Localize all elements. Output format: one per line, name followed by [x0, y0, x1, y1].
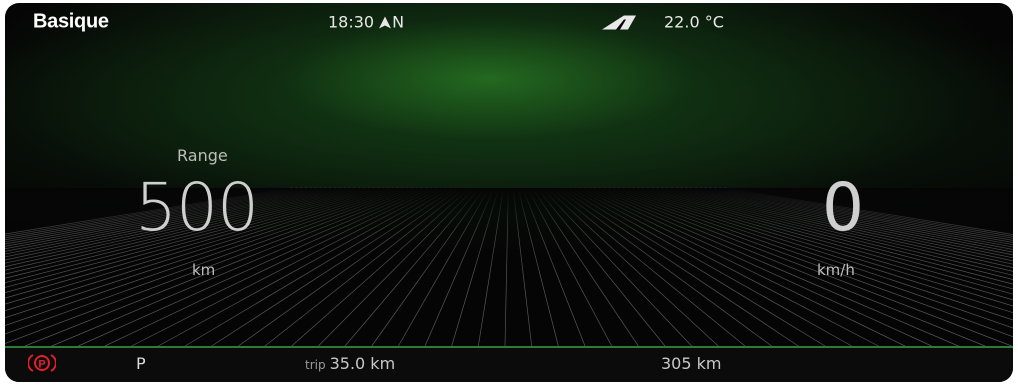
clock-compass: 18:30 N	[328, 13, 404, 32]
range-label: Range	[177, 146, 228, 165]
road-icon	[602, 15, 636, 29]
top-status-bar: Basique 18:30 N 22.0 °C	[5, 3, 1013, 35]
temperature-value: 22.0 °C	[664, 12, 724, 32]
bottom-status-bar: P P trip 35.0 km 305 km	[5, 346, 1013, 382]
parking-brake-icon: P	[27, 352, 57, 374]
trip-meter: trip 35.0 km	[305, 354, 395, 373]
north-arrow-icon	[378, 15, 392, 29]
svg-text:P: P	[38, 359, 45, 371]
odometer: 305 km	[661, 354, 722, 373]
trip-label: trip	[305, 358, 326, 372]
range-unit: km	[192, 261, 216, 279]
outside-temperature: 22.0 °C	[602, 13, 724, 32]
range-value: 500	[135, 169, 259, 246]
view-mode-title[interactable]: Basique	[33, 11, 109, 34]
gear-indicator: P	[136, 354, 146, 373]
clock-time: 18:30	[328, 12, 375, 32]
instrument-cluster: Basique 18:30 N 22.0 °C Range 500 km 0 k…	[5, 3, 1013, 382]
trip-value: 35.0 km	[329, 354, 396, 373]
speed-value: 0	[822, 169, 864, 246]
speed-unit: km/h	[817, 261, 855, 279]
compass-heading: N	[392, 12, 405, 32]
